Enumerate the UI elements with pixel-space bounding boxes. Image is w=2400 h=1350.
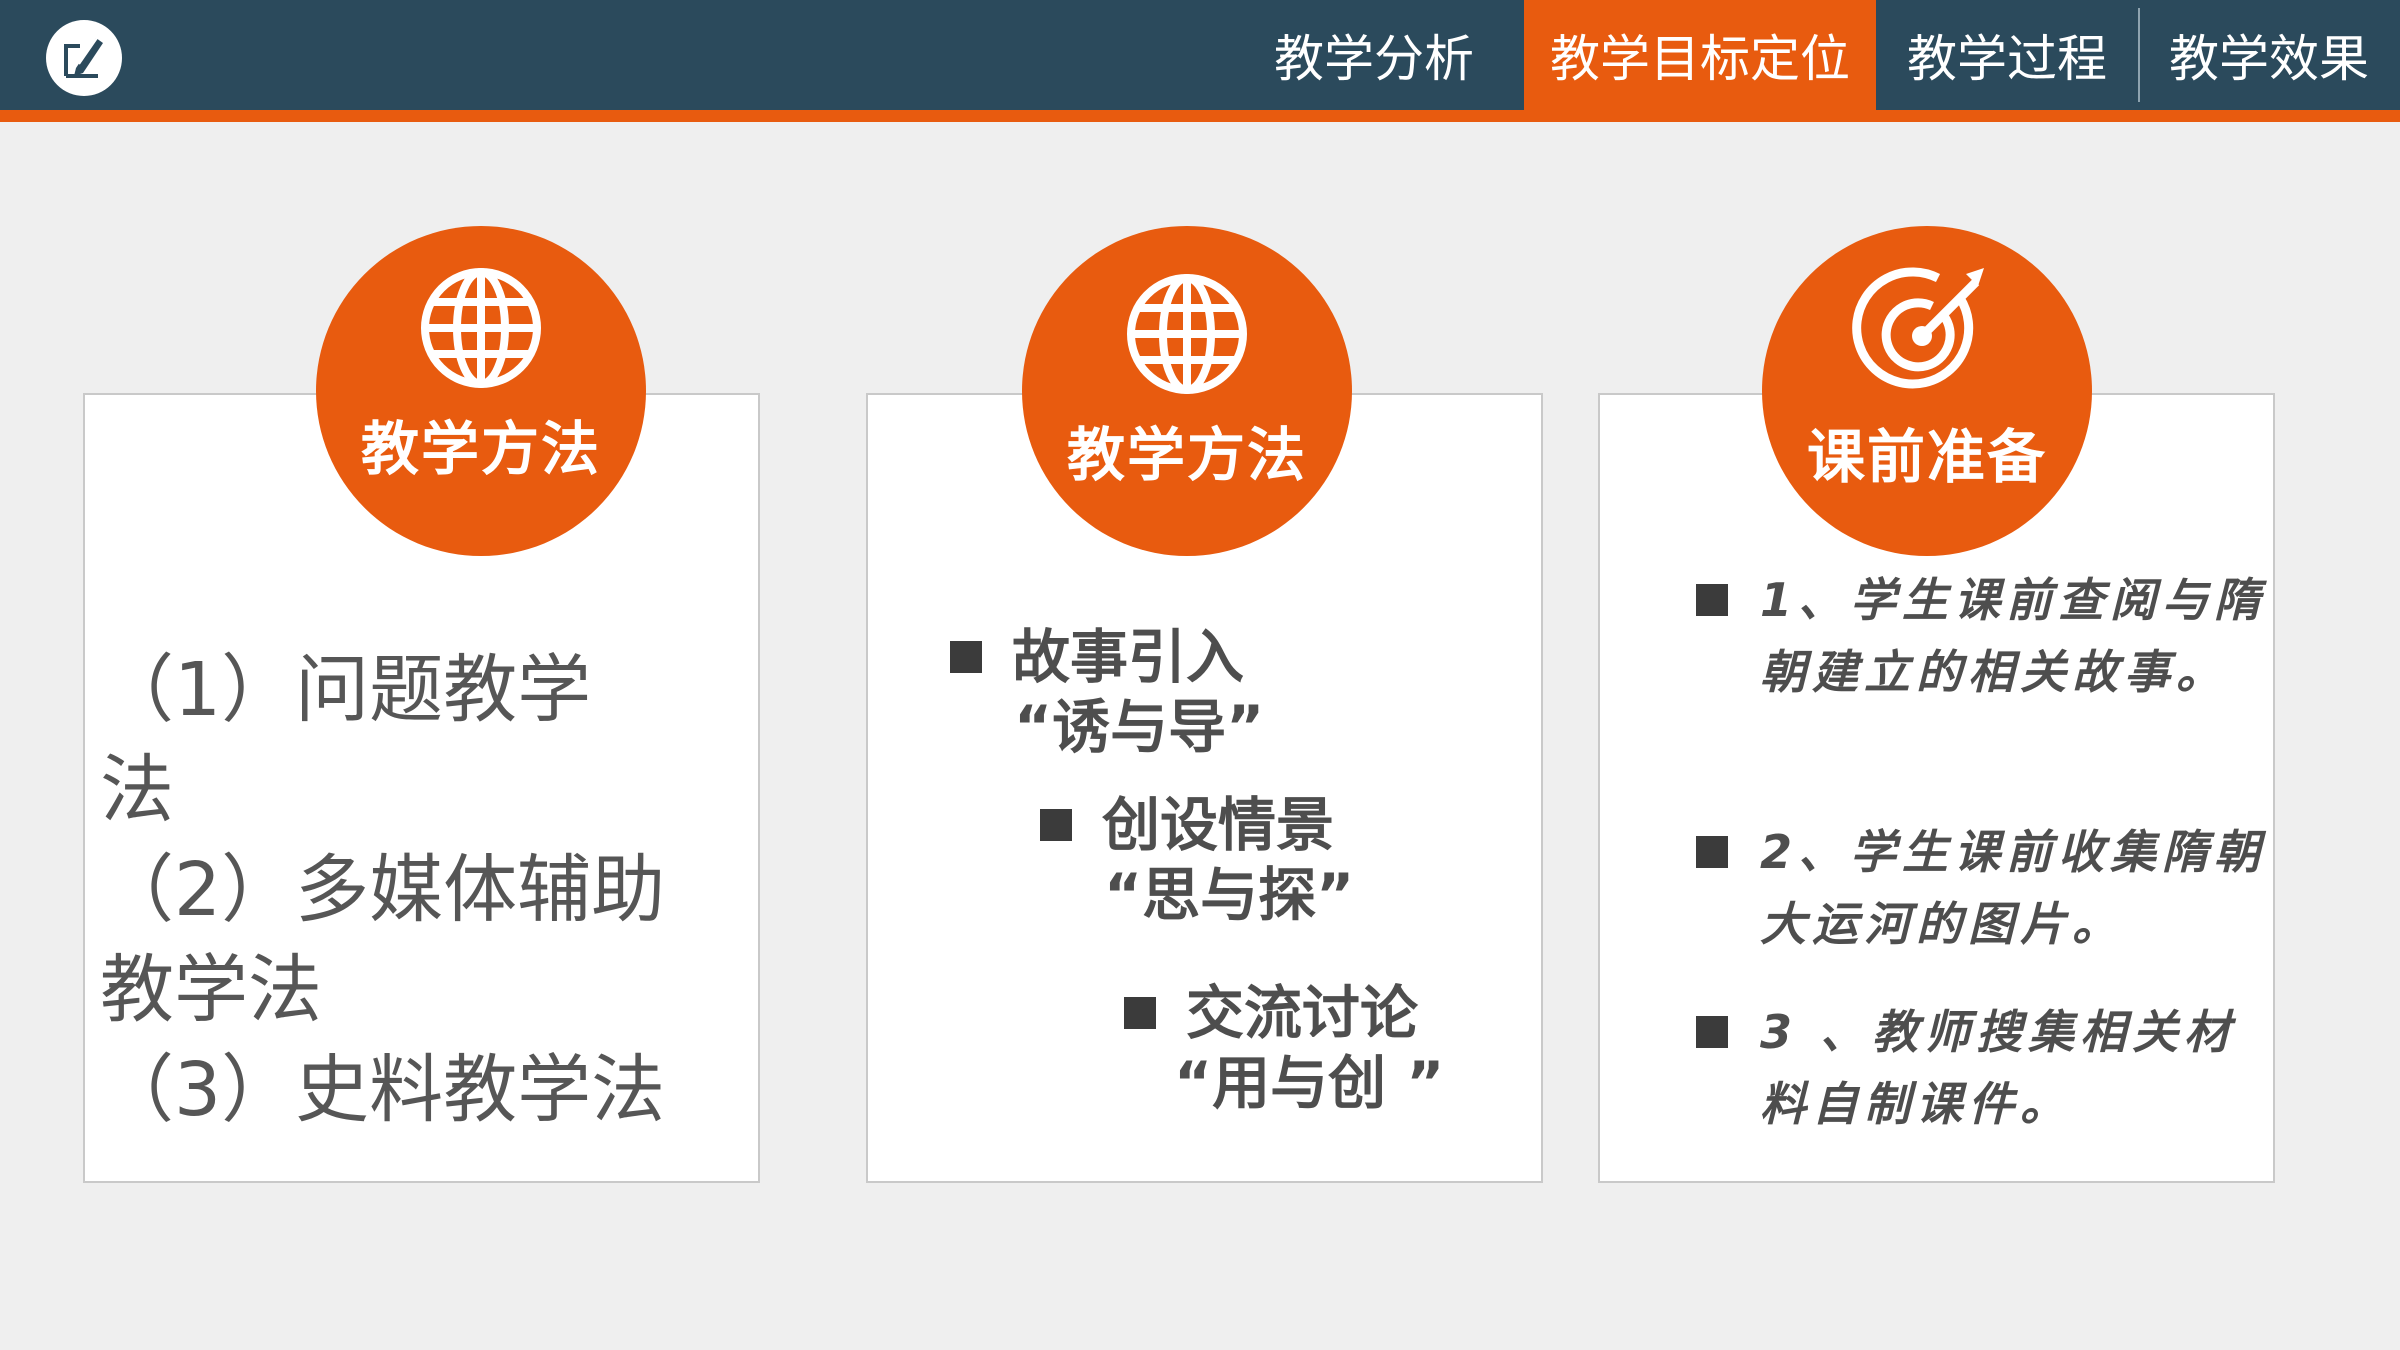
- card-badge-3: 课前准备: [1762, 226, 2092, 556]
- method-item-sub: “用与创 ”: [1174, 1049, 1445, 1117]
- nav-tab-goal[interactable]: 教学目标定位: [1524, 0, 1876, 110]
- nav-tab-label: 教学目标定位: [1550, 30, 1850, 88]
- nav-tab-label: 教学分析: [1274, 30, 1474, 88]
- prep-item-text: 2、学生课前收集隋朝大运河的图片。: [1760, 825, 2267, 951]
- card-title: 教学方法: [360, 415, 601, 483]
- nav-tab-label: 教学效果: [2169, 30, 2369, 88]
- prep-item: 2、学生课前收集隋朝大运河的图片。: [1696, 816, 2280, 960]
- text-line: （1）问题教学: [100, 647, 592, 733]
- method-item: 创设情景 “思与探”: [1040, 790, 1354, 930]
- globe-icon: [1127, 274, 1247, 394]
- prep-item-text: 1、学生课前查阅与隋朝建立的相关故事。: [1760, 573, 2267, 699]
- text-line: 法: [100, 747, 174, 833]
- text-line: 教学法: [100, 947, 322, 1033]
- text-line: （2）多媒体辅助: [100, 847, 666, 933]
- method-item-label: 交流讨论: [1186, 979, 1419, 1047]
- method-item-label: 故事引入: [1012, 623, 1245, 691]
- card-1-text: （1）问题教学 法 （2）多媒体辅助 教学法 （3）史料教学法: [100, 640, 760, 1140]
- card-title: 教学方法: [1066, 421, 1307, 489]
- pencil-note-icon[interactable]: [46, 20, 122, 96]
- bullet-square-icon: [1696, 584, 1728, 616]
- nav-tab-label: 教学过程: [1907, 30, 2107, 88]
- globe-icon: [421, 268, 541, 388]
- card-title: 课前准备: [1806, 423, 2047, 491]
- nav-divider: [2138, 8, 2140, 102]
- nav-tab-effect[interactable]: 教学效果: [2138, 0, 2400, 110]
- prep-item: 3 、教师搜集相关材料自制课件。: [1696, 996, 2280, 1140]
- header-accent-strip: [0, 110, 2400, 122]
- method-item: 故事引入 “诱与导”: [950, 622, 1264, 762]
- prep-item-text: 3 、教师搜集相关材料自制课件。: [1760, 1005, 2237, 1131]
- nav-tab-process[interactable]: 教学过程: [1876, 0, 2138, 110]
- card-badge-1: 教学方法: [316, 226, 646, 556]
- method-item-sub: “诱与导”: [1014, 693, 1265, 761]
- bullet-square-icon: [1696, 836, 1728, 868]
- method-item-sub: “思与探”: [1104, 861, 1355, 929]
- prep-item: 1、学生课前查阅与隋朝建立的相关故事。: [1696, 564, 2280, 708]
- nav-tab-analysis[interactable]: 教学分析: [1224, 0, 1524, 110]
- bullet-square-icon: [1040, 809, 1072, 841]
- method-item-label: 创设情景: [1102, 791, 1335, 859]
- bullet-square-icon: [950, 641, 982, 673]
- bullet-square-icon: [1124, 997, 1156, 1029]
- top-bar: 教学分析 教学目标定位 教学过程 教学效果: [0, 0, 2400, 110]
- card-badge-2: 教学方法: [1022, 226, 1352, 556]
- bullet-square-icon: [1696, 1016, 1728, 1048]
- main-nav: 教学分析 教学目标定位 教学过程 教学效果: [1224, 0, 2400, 110]
- target-icon: [1852, 267, 1984, 389]
- method-item: 交流讨论 “用与创 ”: [1124, 978, 1444, 1118]
- text-line: （3）史料教学法: [100, 1047, 666, 1133]
